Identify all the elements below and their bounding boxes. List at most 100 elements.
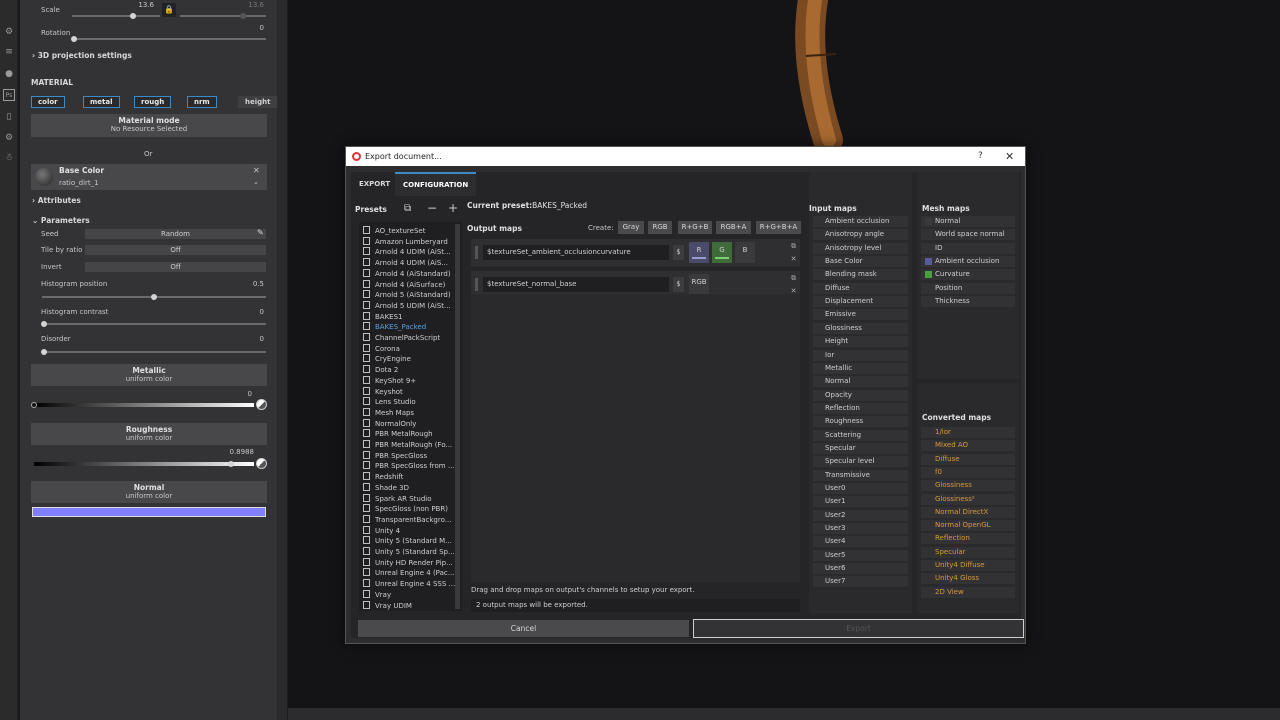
preset-item[interactable]: KeyShot 9+ [363, 375, 455, 387]
preset-item[interactable]: NormalOnly [363, 418, 455, 430]
preset-item[interactable]: Mesh Maps [363, 407, 455, 419]
input-map-item[interactable]: User1 [813, 496, 908, 508]
disorder-slider-handle[interactable] [41, 349, 47, 355]
preset-item[interactable]: Arnold 5 (AiStandard) [363, 290, 455, 301]
document-icon[interactable]: ▯ [3, 111, 15, 123]
input-map-item[interactable]: Emissive [813, 309, 908, 321]
input-map-item[interactable]: User5 [813, 549, 908, 561]
dot-icon[interactable]: ● [3, 68, 15, 80]
tile-by-ratio-field[interactable]: Off [85, 245, 266, 255]
converted-map-item[interactable]: Glossiness [921, 480, 1015, 492]
drag-handle[interactable] [475, 278, 478, 291]
preset-item[interactable]: Arnold 5 UDIM (AiSt... [363, 300, 455, 312]
mesh-map-item[interactable]: Ambient occlusion [921, 255, 1015, 267]
preset-item[interactable]: BAKES1 [363, 311, 455, 323]
layers-icon[interactable]: ≡ [3, 46, 15, 58]
mesh-map-item[interactable]: Thickness [921, 295, 1015, 307]
preset-item[interactable]: Vray [363, 589, 455, 601]
preset-item[interactable]: Unity 4 [363, 525, 455, 537]
preset-item[interactable]: Arnold 4 (AiStandard) [363, 268, 455, 280]
input-map-item[interactable]: User0 [813, 483, 908, 494]
mesh-map-item[interactable]: ID [921, 242, 1015, 254]
photoshop-icon[interactable]: Ps [3, 89, 15, 101]
channel-height-button[interactable]: height [238, 96, 277, 108]
roughness-gradient-slider[interactable] [34, 462, 254, 466]
preset-item[interactable]: Corona [363, 343, 455, 355]
preset-item[interactable]: Unity 5 (Standard Sp... [363, 547, 455, 558]
input-map-item[interactable]: User3 [813, 523, 908, 535]
create-gray-button[interactable]: Gray [618, 221, 644, 234]
input-map-item[interactable]: Opacity [813, 389, 908, 401]
normal-color-swatch[interactable] [32, 507, 266, 517]
input-map-item[interactable]: User7 [813, 576, 908, 588]
projection-settings-toggle[interactable]: › 3D projection settings [32, 51, 132, 60]
settings-icon[interactable]: ⚙ [3, 132, 15, 144]
invert-field[interactable]: Off [85, 262, 266, 272]
presets-list[interactable]: AO_textureSet Amazon Lumberyard Arnold 4 U… [359, 222, 462, 611]
mesh-map-item[interactable]: Position [921, 282, 1015, 294]
converted-map-item[interactable]: Normal DirectX [921, 506, 1015, 518]
variable-button[interactable]: $ [673, 245, 684, 260]
person-icon[interactable]: ☃ [3, 152, 15, 164]
preset-item[interactable]: PBR MetalRough (Fo... [363, 440, 455, 451]
preset-item[interactable]: SpecGloss (non PBR) [363, 504, 455, 515]
export-button[interactable]: Export [693, 619, 1024, 638]
metallic-slider-handle[interactable] [31, 402, 37, 408]
input-map-item[interactable]: Displacement [813, 296, 908, 308]
mesh-map-item[interactable]: World space normal [921, 229, 1015, 241]
variable-button[interactable]: $ [673, 277, 684, 292]
preset-item[interactable]: Unity 5 (Standard M... [363, 536, 455, 547]
scale-slider-handle[interactable] [130, 13, 136, 19]
preset-item[interactable]: Shade 3D [363, 482, 455, 494]
rotation-slider-handle[interactable] [71, 36, 77, 42]
input-map-item[interactable]: Reflection [813, 402, 908, 414]
preset-item[interactable]: Dota 2 [363, 365, 455, 376]
preset-item[interactable]: Arnold 4 (AiSurface) [363, 279, 455, 291]
create-rgb-button[interactable]: RGB [648, 221, 672, 234]
create-r-g-b-button[interactable]: R+G+B [678, 221, 712, 234]
input-map-item[interactable]: Specular level [813, 456, 908, 468]
channel-rough-button[interactable]: rough [134, 96, 172, 108]
converted-map-item[interactable]: f0 [921, 466, 1015, 478]
input-map-item[interactable]: User6 [813, 563, 908, 575]
converted-map-item[interactable]: Mixed AO [921, 440, 1015, 452]
copy-row-icon[interactable]: ⧉ [789, 242, 798, 251]
gear-icon[interactable]: ⚙ [3, 26, 15, 38]
mesh-map-item[interactable]: Curvature [921, 269, 1015, 281]
histogram-contrast-slider-track[interactable] [42, 323, 266, 325]
mesh-map-item[interactable]: Normal [921, 216, 1015, 227]
input-map-item[interactable]: Transmissive [813, 469, 908, 481]
channel-nrm-button[interactable]: nrm [187, 96, 217, 108]
preset-item[interactable]: Arnold 4 UDIM (AiS... [363, 258, 455, 269]
delete-row-icon[interactable]: ✕ [789, 255, 798, 264]
tab-export[interactable]: EXPORT [351, 172, 398, 196]
output-map-name-field[interactable]: $textureSet_normal_base [483, 277, 669, 292]
add-preset-button[interactable]: + [448, 201, 458, 215]
channel-color-button[interactable]: color [31, 96, 65, 108]
rotation-slider-track[interactable] [72, 38, 266, 40]
converted-map-item[interactable]: Specular [921, 546, 1015, 558]
create-rgba-button[interactable]: RGB+A [716, 221, 751, 234]
input-map-item[interactable]: Glossiness [813, 322, 908, 334]
input-map-item[interactable]: Roughness [813, 416, 908, 428]
preset-item[interactable]: Unreal Engine 4 SSS ... [363, 579, 455, 590]
input-map-item[interactable]: Diffuse [813, 282, 908, 294]
help-button[interactable]: ? [978, 147, 983, 166]
lock-icon[interactable]: 🔒 [162, 3, 176, 17]
disorder-slider-track[interactable] [42, 351, 266, 353]
input-map-item[interactable]: Normal [813, 376, 908, 388]
input-map-item[interactable]: Ambient occlusion [813, 216, 908, 227]
input-map-item[interactable]: Height [813, 336, 908, 348]
input-map-item[interactable]: Specular [813, 442, 908, 454]
color-picker-icon[interactable] [256, 458, 267, 469]
input-map-item[interactable]: Anisotropy level [813, 242, 908, 254]
channel-b-slot[interactable]: B [735, 242, 755, 263]
preset-item[interactable]: Amazon Lumberyard [363, 236, 455, 248]
channel-metal-button[interactable]: metal [83, 96, 120, 108]
converted-map-item[interactable]: Unity4 Gloss [921, 573, 1015, 585]
converted-map-item[interactable]: Diffuse [921, 453, 1015, 465]
preset-item[interactable]: Vray UDIM [363, 600, 455, 612]
presets-scrollbar[interactable] [455, 224, 460, 609]
preset-item[interactable]: Unreal Engine 4 (Pac... [363, 568, 455, 579]
preset-item[interactable]: Spark AR Studio [363, 493, 455, 505]
